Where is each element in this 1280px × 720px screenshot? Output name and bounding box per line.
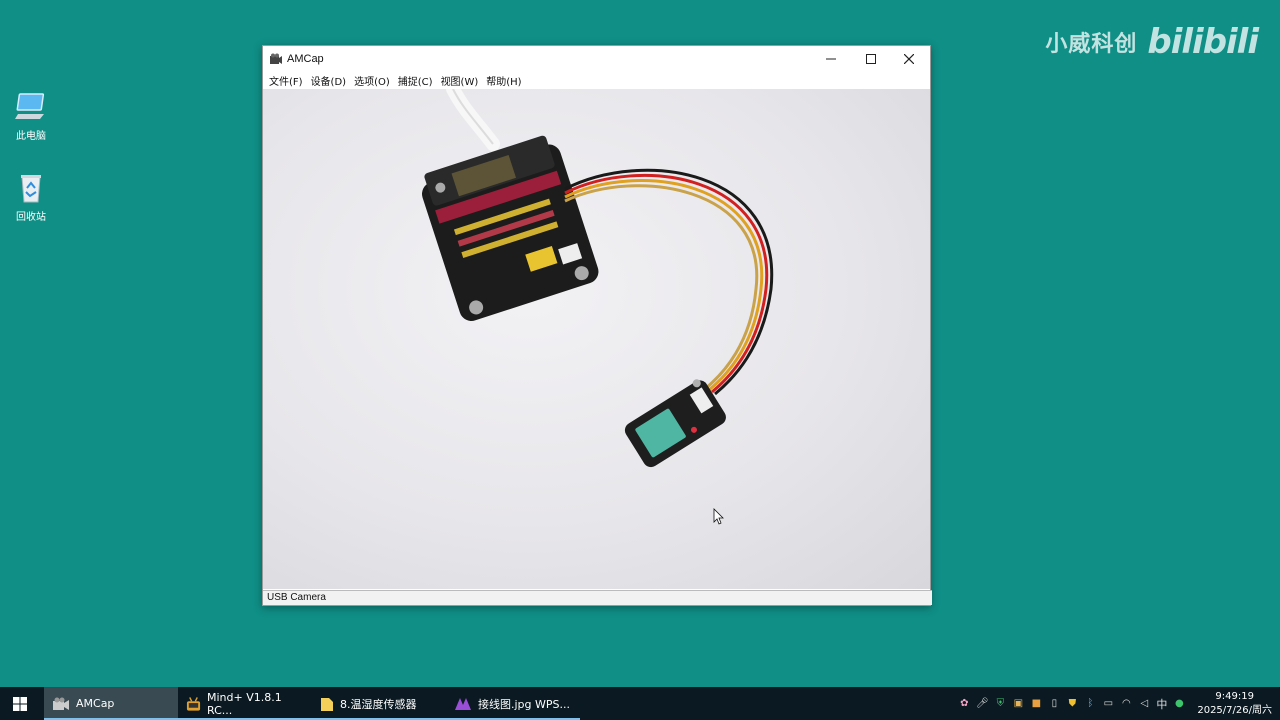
app-tray-icon[interactable]: ▣ (1012, 698, 1024, 710)
desktop-icon-label: 回收站 (16, 212, 46, 223)
volume-icon[interactable]: ◁ (1138, 698, 1150, 710)
maximize-icon (866, 54, 876, 64)
menu-capture[interactable]: 捕捉(C) (396, 73, 439, 88)
camera-preview (263, 89, 930, 589)
close-icon (904, 54, 914, 64)
windows-logo-icon (13, 696, 27, 711)
bilibili-logo: bilibili (1147, 22, 1259, 62)
system-tray: ✿ 🎤︎ ⛨ ▣ ■ ▯ ⛊ ᛒ ▭ ◠ ◁ 中 ● 9:49:19 2025/… (958, 687, 1280, 720)
battery-icon[interactable]: ▭ (1102, 698, 1114, 710)
recycle-bin-icon (14, 171, 48, 205)
taskbar-app-mindplus[interactable]: Mind+ V1.8.1 RC... (178, 687, 312, 720)
close-button[interactable] (890, 46, 928, 72)
clock[interactable]: 9:49:19 2025/7/26/周六 (1197, 690, 1272, 718)
bluetooth-icon[interactable]: ᛒ (1084, 698, 1096, 710)
menu-options[interactable]: 选项(O) (352, 73, 396, 88)
taskbar-app-wps[interactable]: 接线图.jpg WPS... (446, 687, 580, 720)
shield-green-icon[interactable]: ⛨ (994, 698, 1006, 710)
watermark-text: 小威科创 (1045, 32, 1138, 57)
taskbar-app-label: 接线图.jpg WPS... (478, 697, 570, 711)
menu-file[interactable]: 文件(F) (267, 73, 309, 88)
taskbar-app-folder[interactable]: 8.温湿度传感器 (312, 687, 446, 720)
start-button[interactable] (0, 687, 40, 720)
computer-icon (14, 90, 48, 124)
flower-icon[interactable]: ✿ (958, 698, 970, 710)
amcap-window: AMCap 文件(F) 设备(D) 选项(O) 捕捉(C) 视图(W) 帮助(H… (262, 45, 932, 606)
menu-view[interactable]: 视图(W) (439, 73, 485, 88)
maximize-button[interactable] (852, 46, 890, 72)
microphone-icon[interactable]: 🎤︎ (976, 698, 989, 710)
taskbar-app-label: 8.温湿度传感器 (340, 697, 417, 711)
desktop-icon-recycle-bin[interactable]: 回收站 (8, 171, 54, 223)
bag-icon[interactable]: ■ (1030, 698, 1042, 710)
watermark: 小威科创 bilibili (1045, 22, 1259, 62)
titlebar[interactable]: AMCap (263, 46, 930, 72)
minimize-button[interactable] (812, 46, 850, 72)
ime-indicator[interactable]: 中 (1156, 698, 1167, 711)
minimize-icon (826, 58, 836, 60)
taskbar-app-label: Mind+ V1.8.1 RC... (207, 690, 282, 717)
taskbar-app-label: AMCap (76, 697, 115, 710)
desktop-icon-label: 此电脑 (16, 131, 46, 142)
camera-icon (270, 53, 282, 64)
menu-bar: 文件(F) 设备(D) 选项(O) 捕捉(C) 视图(W) 帮助(H) (263, 72, 930, 89)
camera-frame-image (421, 89, 774, 525)
wifi-icon[interactable]: ◠ (1120, 698, 1132, 710)
taskbar: AMCap Mind+ V1.8.1 RC... 8.温湿度传感器 接线图.jp… (0, 687, 1280, 720)
camera-icon (53, 697, 69, 710)
window-title: AMCap (287, 53, 324, 65)
security-icon[interactable]: ⛊ (1066, 698, 1078, 710)
wps-icon (455, 697, 471, 710)
status-bar: USB Camera (263, 590, 932, 605)
wechat-icon[interactable]: ● (1173, 698, 1185, 710)
taskbar-app-amcap[interactable]: AMCap (44, 687, 178, 720)
menu-help[interactable]: 帮助(H) (484, 73, 527, 88)
mind-plus-icon (186, 696, 201, 711)
clock-date: 2025/7/26/周六 (1197, 704, 1272, 716)
desktop-icon-this-pc[interactable]: 此电脑 (8, 90, 54, 142)
folder-icon (321, 697, 333, 711)
usb-icon[interactable]: ▯ (1048, 698, 1060, 710)
menu-device[interactable]: 设备(D) (309, 73, 353, 88)
clock-time: 9:49:19 (1215, 690, 1254, 702)
